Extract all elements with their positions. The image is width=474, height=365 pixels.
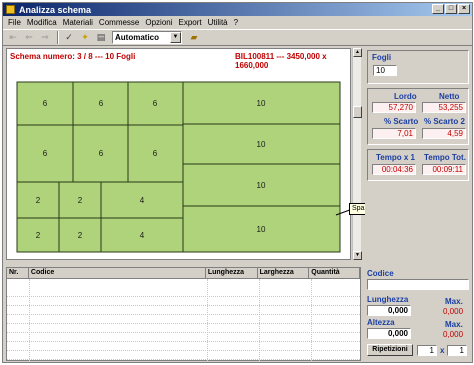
- tempo-field: 00:04:36: [372, 164, 416, 175]
- max-lunghezza-label: Max.: [445, 297, 463, 306]
- mode-combo[interactable]: Automatico ▼: [112, 31, 182, 44]
- next-sheet-icon[interactable]: ⇒: [38, 31, 52, 44]
- fogli-group: Fogli 10: [367, 50, 469, 84]
- column-header[interactable]: Codice: [28, 268, 206, 279]
- title-bar: Analizza schema _ □ ×: [3, 3, 472, 16]
- cutting-layout: 6 6 6 6 6 6 2 2 4 2 2 4 10 10 10 10: [16, 81, 341, 253]
- piece-label: 6: [99, 99, 104, 108]
- piece-label: 6: [153, 99, 158, 108]
- max-altezza-label: Max.: [445, 320, 463, 329]
- ripetizioni-field[interactable]: 1: [417, 345, 437, 356]
- scarto2-field: 4,59: [422, 128, 466, 139]
- prev-sheet-icon[interactable]: ⇐: [22, 31, 36, 44]
- menu-export[interactable]: Export: [176, 18, 205, 27]
- materials-group: Lordo Netto 57,270 53,255 % Scarto % Sca…: [367, 88, 469, 145]
- codice-field[interactable]: [367, 279, 469, 290]
- table-row[interactable]: [7, 333, 360, 342]
- first-sheet-icon[interactable]: ⇤: [6, 31, 20, 44]
- scroll-thumb[interactable]: [353, 106, 362, 118]
- lunghezza-field[interactable]: 0,000: [367, 305, 411, 316]
- column-header[interactable]: Nr.: [7, 268, 29, 279]
- table-row[interactable]: [7, 315, 360, 324]
- menu-opzioni[interactable]: Opzioni: [142, 18, 175, 27]
- chevron-down-icon[interactable]: ▼: [170, 32, 181, 43]
- scroll-down-icon[interactable]: ▼: [353, 251, 362, 260]
- max-lunghezza-value: 0,000: [443, 307, 464, 316]
- times-field[interactable]: 1: [447, 345, 467, 356]
- piece-label: 2: [36, 231, 41, 240]
- altezza-field[interactable]: 0,000: [367, 328, 411, 339]
- piece-label: 6: [153, 149, 158, 158]
- max-altezza-value: 0,000: [443, 330, 464, 339]
- lordo-field: 57,270: [372, 102, 416, 113]
- piece-label: 2: [36, 196, 41, 205]
- times-label: x: [440, 346, 445, 355]
- lordo-label: Lordo: [394, 92, 417, 101]
- netto-field: 53,255: [422, 102, 466, 113]
- piece-edit-panel: Codice Lunghezza Max. 0,000 0,000 Altezz…: [365, 267, 471, 361]
- piece-label: 2: [78, 196, 83, 205]
- column-header[interactable]: Larghezza: [257, 268, 310, 279]
- table-header: Nr. Codice Lunghezza Larghezza Quantità: [7, 268, 361, 279]
- lunghezza-label: Lunghezza: [367, 295, 409, 304]
- main-window: Analizza schema _ □ × File Modifica Mate…: [2, 2, 473, 363]
- bulb-icon[interactable]: ✦: [78, 31, 92, 44]
- fogli-field[interactable]: 10: [373, 65, 397, 76]
- scroll-up-icon[interactable]: ▲: [353, 48, 362, 57]
- check-icon[interactable]: ✓: [62, 31, 76, 44]
- printer-icon[interactable]: ▤: [94, 31, 108, 44]
- scarto-label: % Scarto: [384, 117, 419, 126]
- window-title: Analizza schema: [19, 4, 92, 15]
- tempo-label: Tempo x 1: [376, 153, 415, 162]
- codice-label: Codice: [367, 269, 394, 278]
- table-row[interactable]: [7, 297, 360, 306]
- minimize-button[interactable]: _: [432, 4, 444, 14]
- drawing-scrollbar[interactable]: ▲ ▼: [352, 48, 362, 260]
- piece-label: 10: [257, 140, 266, 149]
- close-button[interactable]: ×: [458, 4, 470, 14]
- ripetizioni-button[interactable]: Ripetizioni: [367, 344, 413, 356]
- piece-label: 6: [43, 99, 48, 108]
- piece-label: 4: [140, 196, 145, 205]
- table-row[interactable]: [7, 324, 360, 333]
- tempo-tot-label: Tempo Tot.: [424, 153, 466, 162]
- tempo-tot-field: 00:09:11: [422, 164, 466, 175]
- menu-help[interactable]: ?: [231, 18, 241, 27]
- menu-modifica[interactable]: Modifica: [24, 18, 60, 27]
- mode-combo-value: Automatico: [115, 33, 159, 42]
- table-row[interactable]: [7, 342, 360, 351]
- piece-label: 4: [140, 231, 145, 240]
- time-group: Tempo x 1 Tempo Tot. 00:04:36 00:09:11: [367, 149, 469, 181]
- folder-icon[interactable]: ▰: [187, 31, 201, 44]
- schema-drawing: Schema numero: 3 / 8 --- 10 Fogli BIL100…: [6, 48, 351, 260]
- scarto2-label: % Scarto 2: [424, 117, 465, 126]
- piece-label: 6: [43, 149, 48, 158]
- table-row[interactable]: [7, 288, 360, 297]
- table-row[interactable]: [7, 351, 360, 360]
- scarto-field: 7,01: [372, 128, 416, 139]
- table-row[interactable]: [7, 306, 360, 315]
- menu-commesse[interactable]: Commesse: [96, 18, 142, 27]
- piece-label: 10: [257, 225, 266, 234]
- piece-label: 6: [99, 149, 104, 158]
- column-header[interactable]: Quantità: [309, 268, 361, 279]
- fogli-label: Fogli: [372, 53, 392, 62]
- menu-materiali[interactable]: Materiali: [60, 18, 96, 27]
- piece-label: 10: [257, 181, 266, 190]
- netto-label: Netto: [439, 92, 460, 101]
- statistics-panel: Fogli 10 Lordo Netto 57,270 53,255 % Sca…: [365, 48, 471, 260]
- piece-label: 2: [78, 231, 83, 240]
- app-icon: [6, 5, 15, 14]
- pieces-table: Nr. Codice Lunghezza Larghezza Quantità: [6, 267, 361, 361]
- menu-utilita[interactable]: Utilità: [205, 18, 231, 27]
- toolbar: ⇤ ⇐ ⇒ ✓ ✦ ▤ Automatico ▼ ▰: [3, 29, 472, 46]
- piece-label: 10: [257, 99, 266, 108]
- menu-file[interactable]: File: [5, 18, 24, 27]
- column-header[interactable]: Lunghezza: [205, 268, 258, 279]
- maximize-button[interactable]: □: [445, 4, 457, 14]
- menu-bar: File Modifica Materiali Commesse Opzioni…: [3, 17, 472, 28]
- toolbar-separator: [57, 31, 59, 44]
- altezza-label: Altezza: [367, 318, 395, 327]
